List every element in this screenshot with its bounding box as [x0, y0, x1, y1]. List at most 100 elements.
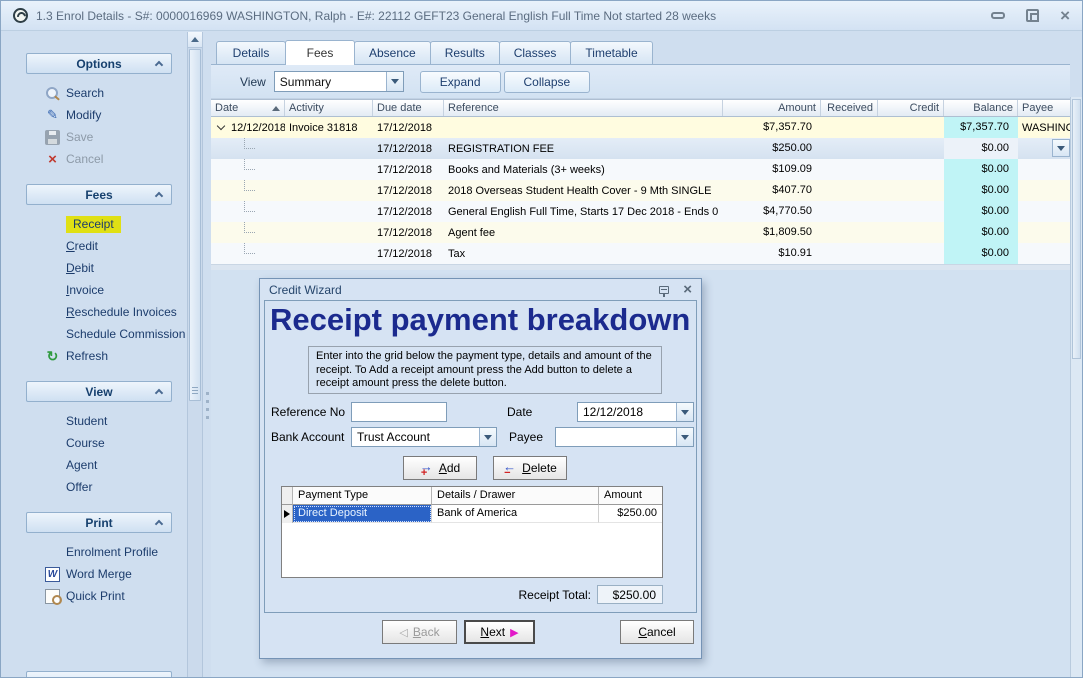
sidebar-item-credit[interactable]: Credit	[8, 235, 186, 257]
back-button[interactable]: ◁ Back	[382, 620, 457, 644]
grid-row[interactable]: Direct Deposit Bank of America $250.00	[282, 505, 662, 523]
table-row-health-cover[interactable]: 17/12/2018 2018 Overseas Student Health …	[211, 180, 1072, 201]
credit-wizard-dialog: Credit Wizard × Receipt payment breakdow…	[259, 278, 702, 659]
sidebar-item-label: Course	[66, 436, 105, 450]
sidebar-item-refresh[interactable]: ↻ Refresh	[8, 345, 186, 367]
sidebar-item-label: Schedule Commission	[66, 327, 185, 341]
amount-cell[interactable]: $250.00	[599, 505, 662, 523]
sidebar-item-student[interactable]: Student	[8, 410, 186, 432]
column-header-balance[interactable]: Balance	[944, 100, 1018, 116]
close-icon[interactable]: ×	[683, 284, 692, 296]
sidebar-item-cancel[interactable]: × Cancel	[8, 148, 186, 170]
sidebar-section-partial[interactable]	[26, 671, 172, 677]
sidebar-item-word-merge[interactable]: W Word Merge	[8, 563, 186, 585]
column-header-amount[interactable]: Amount	[723, 100, 821, 116]
tree-line	[244, 180, 255, 191]
sidebar-item-debit[interactable]: Debit	[8, 257, 186, 279]
chevron-down-icon[interactable]	[676, 428, 693, 446]
chevron-down-icon[interactable]	[386, 72, 403, 91]
tab-details[interactable]: Details	[216, 41, 286, 64]
scrollbar-thumb[interactable]	[189, 49, 201, 401]
sidebar-item-modify[interactable]: ✎ Modify	[8, 104, 186, 126]
sidebar-item-reschedule-invoices[interactable]: Reschedule Invoices	[8, 301, 186, 323]
sidebar-item-label: Offer	[66, 480, 92, 494]
sidebar-section-fees[interactable]: Fees	[26, 184, 172, 205]
payment-type-cell[interactable]: Direct Deposit	[293, 505, 432, 523]
sidebar-item-label: Credit	[66, 239, 98, 253]
sidebar-scrollbar[interactable]	[187, 32, 203, 677]
maximize-icon[interactable]	[1026, 9, 1039, 22]
sidebar-item-agent[interactable]: Agent	[8, 454, 186, 476]
column-header-due-date[interactable]: Due date	[373, 100, 444, 116]
payee-dropdown-icon[interactable]	[1052, 139, 1070, 157]
column-header-received[interactable]: Received	[821, 100, 878, 116]
chevron-up-icon	[155, 61, 163, 69]
panel-splitter[interactable]	[204, 32, 211, 677]
add-button[interactable]: →+ Add	[403, 456, 477, 480]
chevron-up-icon	[155, 389, 163, 397]
column-header-reference[interactable]: Reference	[444, 100, 723, 116]
scroll-up-icon[interactable]	[188, 32, 202, 48]
sidebar-item-label: Refresh	[66, 349, 108, 363]
sidebar-section-options[interactable]: Options	[26, 53, 172, 74]
sidebar-item-receipt[interactable]: Receipt	[8, 213, 186, 235]
column-header-activity[interactable]: Activity	[285, 100, 373, 116]
pin-icon[interactable]	[659, 286, 669, 294]
tab-classes[interactable]: Classes	[499, 41, 572, 64]
table-row-agent-fee[interactable]: 17/12/2018 Agent fee $1,809.50 $0.00	[211, 222, 1072, 243]
content-scrollbar[interactable]	[1070, 97, 1082, 677]
save-icon	[45, 130, 60, 145]
sidebar-item-label: Cancel	[66, 152, 103, 166]
sidebar-section-print[interactable]: Print	[26, 512, 172, 533]
sidebar-item-schedule-commission[interactable]: Schedule Commission	[8, 323, 186, 345]
expander-icon[interactable]	[217, 122, 225, 130]
column-header-date[interactable]: Date	[211, 100, 285, 116]
sidebar-item-label: Save	[66, 130, 93, 144]
sidebar-item-offer[interactable]: Offer	[8, 476, 186, 498]
tab-timetable[interactable]: Timetable	[570, 41, 652, 64]
next-arrow-icon: ▶	[510, 626, 518, 639]
table-row-registration-fee[interactable]: 17/12/2018 REGISTRATION FEE $250.00 $0.0…	[211, 138, 1072, 159]
bank-account-label: Bank Account	[271, 430, 344, 444]
tab-absence[interactable]: Absence	[354, 41, 431, 64]
dialog-title-bar[interactable]: Credit Wizard ×	[260, 279, 701, 300]
section-title: View	[85, 385, 112, 399]
table-row-tuition[interactable]: 17/12/2018 General English Full Time, St…	[211, 201, 1072, 222]
scrollbar-thumb[interactable]	[1072, 99, 1081, 359]
date-value: 12/12/2018	[578, 403, 676, 421]
column-header-credit[interactable]: Credit	[878, 100, 944, 116]
sidebar-item-invoice[interactable]: Invoice	[8, 279, 186, 301]
payee-select[interactable]	[555, 427, 694, 447]
reference-no-input[interactable]	[351, 402, 447, 422]
close-icon[interactable]: ×	[1060, 9, 1070, 22]
table-row-tax[interactable]: 17/12/2018 Tax $10.91 $0.00	[211, 243, 1072, 264]
view-select[interactable]: Summary	[274, 71, 404, 92]
next-button[interactable]: Next ▶	[464, 620, 535, 644]
date-select[interactable]: 12/12/2018	[577, 402, 694, 422]
expand-button[interactable]: Expand	[420, 71, 501, 93]
minimize-icon[interactable]	[991, 12, 1005, 19]
bank-account-select[interactable]: Trust Account	[351, 427, 497, 447]
sidebar-item-quick-print[interactable]: Quick Print	[8, 585, 186, 607]
chevron-down-icon[interactable]	[676, 403, 693, 421]
tab-results[interactable]: Results	[430, 41, 500, 64]
collapse-button[interactable]: Collapse	[504, 71, 591, 93]
chevron-down-icon[interactable]	[479, 428, 496, 446]
delete-button[interactable]: ←− Delete	[493, 456, 567, 480]
details-drawer-cell[interactable]: Bank of America	[432, 505, 599, 523]
table-row-books[interactable]: 17/12/2018 Books and Materials (3+ weeks…	[211, 159, 1072, 180]
sidebar: Options Search ✎ Modify Save × Cancel Fe…	[8, 32, 186, 677]
tab-fees[interactable]: Fees	[285, 40, 355, 65]
edit-icon: ✎	[45, 108, 60, 123]
sidebar-item-enrolment-profile[interactable]: Enrolment Profile	[8, 541, 186, 563]
sidebar-item-label: Agent	[66, 458, 97, 472]
sidebar-item-course[interactable]: Course	[8, 432, 186, 454]
column-header-payee[interactable]: Payee	[1018, 100, 1072, 116]
cancel-button[interactable]: Cancel	[620, 620, 694, 644]
sidebar-item-save[interactable]: Save	[8, 126, 186, 148]
table-row-invoice[interactable]: 12/12/2018 Invoice 31818 17/12/2018 $7,3…	[211, 117, 1072, 138]
app-logo-icon	[13, 8, 28, 23]
sidebar-section-view[interactable]: View	[26, 381, 172, 402]
sidebar-item-search[interactable]: Search	[8, 82, 186, 104]
tree-line	[244, 201, 255, 212]
